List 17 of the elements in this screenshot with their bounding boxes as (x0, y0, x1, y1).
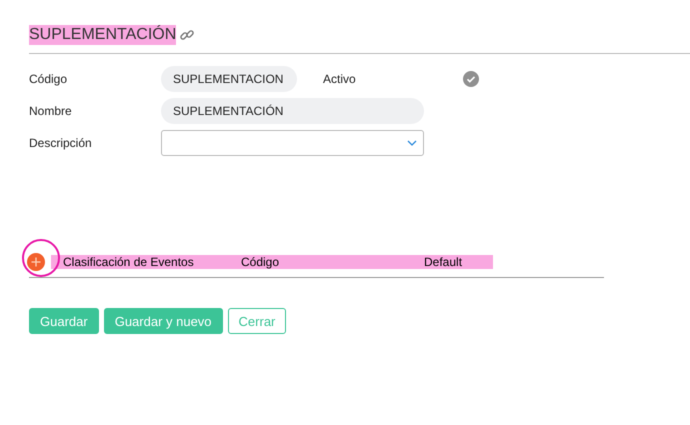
input-field[interactable]: SUPLEMENTACIÓN (161, 98, 424, 124)
save-button[interactable]: Guardar y nuevo (104, 308, 223, 334)
column-header: Clasificación de Eventos (63, 255, 195, 269)
select-field[interactable] (161, 130, 424, 156)
field-label: Código (29, 72, 68, 86)
field-label: Descripción (29, 136, 93, 150)
chevron-down-icon[interactable] (407, 140, 417, 146)
column-header: Default (424, 255, 462, 269)
column-header: Código (241, 255, 280, 269)
page-title: SUPLEMENTACIÓN (29, 25, 176, 45)
add-icon[interactable] (27, 253, 45, 271)
input-field[interactable]: SUPLEMENTACION (161, 66, 297, 92)
field-label: Activo (323, 72, 357, 86)
save-button[interactable]: Guardar (29, 308, 99, 334)
close-button[interactable]: Cerrar (228, 308, 286, 334)
field-label: Nombre (29, 104, 73, 118)
checkbox[interactable] (463, 71, 479, 87)
